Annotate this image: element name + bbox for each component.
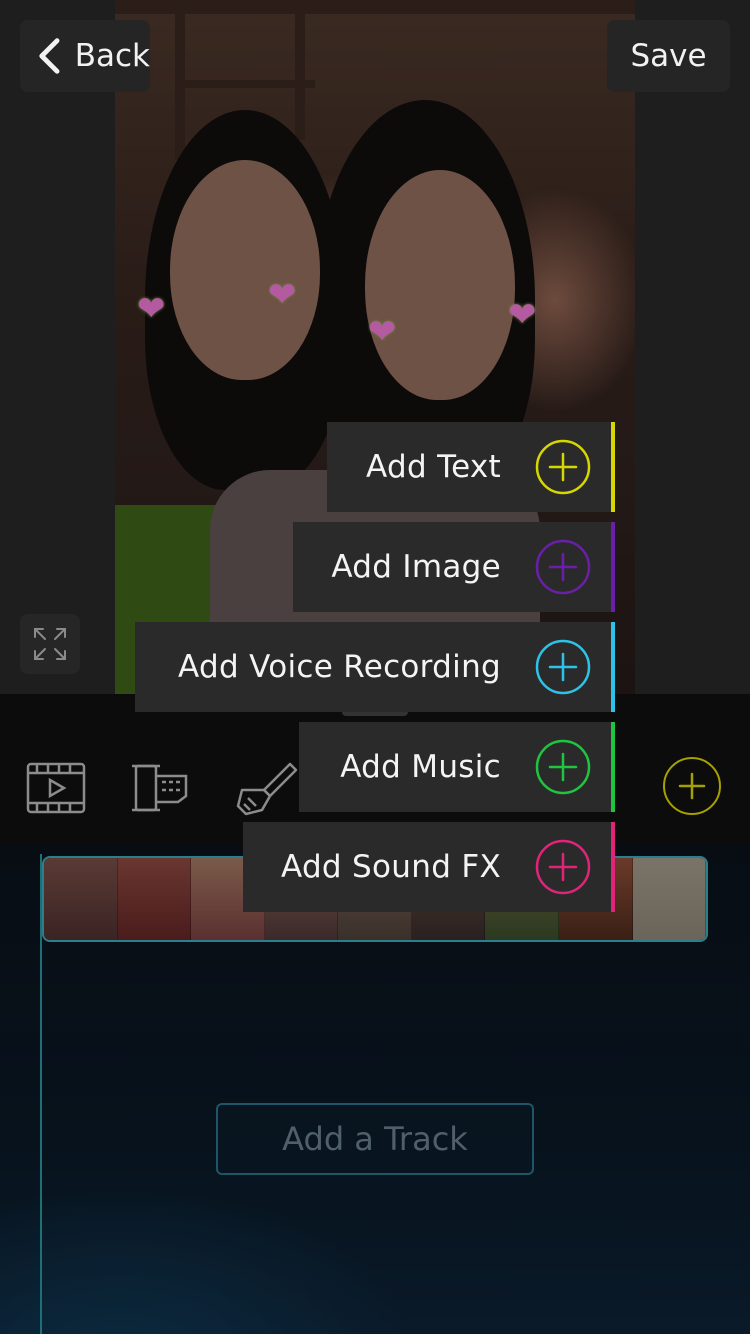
menu-add-sound-fx-label: Add Sound FX xyxy=(280,849,501,885)
effects-tool[interactable] xyxy=(234,760,298,816)
menu-add-image[interactable]: Add Image xyxy=(293,522,615,612)
heart-sticker-icon: ❤ xyxy=(268,275,297,315)
add-track-button[interactable]: Add a Track xyxy=(216,1103,534,1175)
heart-sticker-icon: ❤ xyxy=(368,312,397,352)
brush-effects-icon xyxy=(236,762,298,816)
video-clip-icon xyxy=(26,762,86,814)
menu-add-music[interactable]: Add Music xyxy=(299,722,615,812)
fullscreen-button[interactable] xyxy=(20,614,80,674)
save-button[interactable]: Save xyxy=(607,20,730,92)
back-label: Back xyxy=(74,38,150,74)
transition-tool[interactable] xyxy=(128,760,192,816)
menu-add-image-label: Add Image xyxy=(331,549,501,585)
plus-circle-icon xyxy=(678,772,706,800)
menu-add-text[interactable]: Add Text xyxy=(327,422,615,512)
add-track-label: Add a Track xyxy=(282,1120,468,1158)
chevron-left-icon xyxy=(39,38,60,74)
plus-circle-icon xyxy=(535,639,591,695)
menu-add-sound-fx[interactable]: Add Sound FX xyxy=(243,822,615,912)
menu-add-text-label: Add Text xyxy=(366,449,501,485)
save-label: Save xyxy=(630,38,707,74)
toolbar-add-button[interactable] xyxy=(663,757,721,815)
heart-sticker-icon: ❤ xyxy=(508,295,537,335)
plus-circle-icon xyxy=(535,539,591,595)
plus-circle-icon xyxy=(535,439,591,495)
heart-sticker-icon: ❤ xyxy=(137,289,166,329)
plus-circle-icon xyxy=(535,839,591,895)
menu-add-voice-recording-label: Add Voice Recording xyxy=(178,649,501,685)
back-button[interactable]: Back xyxy=(20,20,150,92)
video-clip-tool[interactable] xyxy=(24,760,88,816)
menu-add-voice-recording[interactable]: Add Voice Recording xyxy=(135,622,615,712)
plus-circle-icon xyxy=(535,739,591,795)
menu-add-music-label: Add Music xyxy=(340,749,501,785)
film-transition-icon xyxy=(132,764,188,812)
expand-icon xyxy=(34,628,66,660)
timeline: Add a Track xyxy=(0,844,750,1334)
